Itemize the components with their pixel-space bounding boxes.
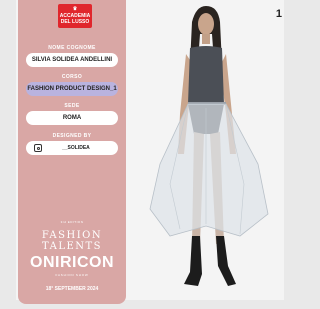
fashion-talents-logo: FASHION TALENTS bbox=[41, 230, 103, 252]
event-subtitle: FASHION SHOW bbox=[55, 273, 89, 277]
instagram-link[interactable]: __SOLIDEA bbox=[26, 141, 118, 155]
edition-label: 3rd EDITION bbox=[60, 220, 84, 224]
location-field: ROMA bbox=[26, 111, 118, 125]
event-title: ONIRICON bbox=[30, 254, 114, 271]
course-field: FASHION PRODUCT DESIGN_1 bbox=[26, 82, 118, 96]
event-date: 18° SEPTEMBER 2024 bbox=[45, 286, 99, 292]
course-label: CORSO bbox=[61, 74, 83, 80]
instagram-handle: __SOLIDEA bbox=[62, 145, 90, 151]
logo-line-2: DEL LUSSO bbox=[60, 19, 90, 25]
instagram-icon bbox=[34, 144, 42, 152]
designed-by-label: DESIGNED BY bbox=[52, 133, 92, 139]
info-panel: ♛ ACCADEMIA DEL LUSSO NOME COGNOME SILVI… bbox=[18, 0, 126, 304]
model-photo bbox=[149, 6, 269, 286]
brand-logo[interactable]: ♛ ACCADEMIA DEL LUSSO bbox=[58, 4, 92, 28]
name-field: SILVIA SOLIDEA ANDELLINI bbox=[26, 53, 118, 67]
location-label: SEDE bbox=[64, 103, 80, 109]
name-label: NOME COGNOME bbox=[48, 45, 96, 51]
crown-icon: ♛ bbox=[72, 6, 78, 12]
page-number: 1 bbox=[275, 8, 282, 20]
